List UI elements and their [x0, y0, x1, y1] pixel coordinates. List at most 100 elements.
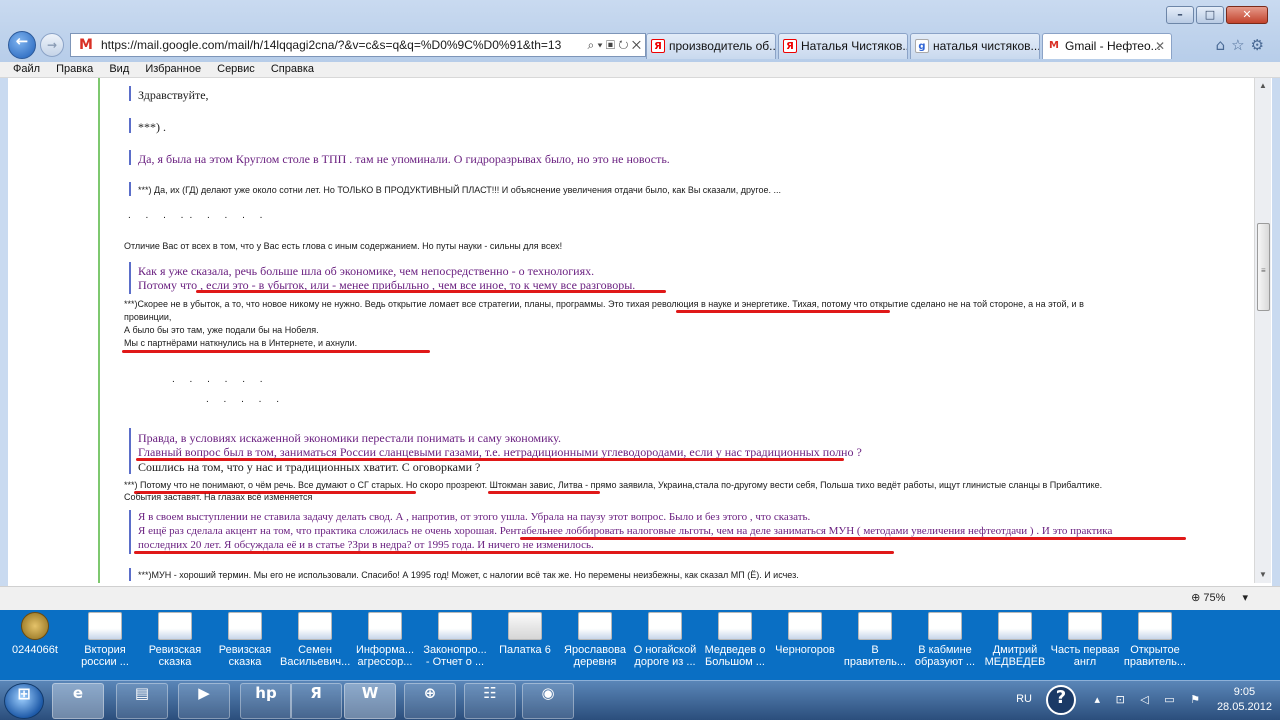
desktop-icon-label: 0244066t — [12, 644, 58, 656]
yandex-icon[interactable]: Я — [290, 683, 342, 719]
minimize-button[interactable]: – — [1166, 6, 1194, 24]
address-bar[interactable]: M https://mail.google.com/mail/h/14lqqag… — [70, 33, 646, 57]
file-icon — [21, 612, 49, 640]
contacts-icon[interactable]: ☷ — [464, 683, 516, 719]
explorer-icon[interactable]: ▤ — [116, 683, 168, 719]
highlight-line — [134, 551, 894, 554]
tab-1[interactable]: Я производитель об... — [646, 33, 776, 59]
document-icon — [718, 612, 752, 640]
menu-file[interactable]: Файл — [13, 63, 40, 75]
reply-marker: ***) . — [138, 120, 166, 134]
document-icon — [1138, 612, 1172, 640]
desktop-icon-label: Ревизская сказка — [148, 644, 202, 668]
scroll-down-icon[interactable]: ▼ — [1255, 567, 1271, 583]
menu-tools[interactable]: Сервис — [217, 63, 255, 75]
desktop-icon[interactable]: Черногоров — [770, 610, 840, 656]
desktop-icon-label: В правитель... — [843, 644, 907, 668]
chevron-down-icon: ▾ — [1242, 592, 1248, 604]
document-icon — [928, 612, 962, 640]
desktop-icon[interactable]: Открытое правитель... — [1120, 610, 1190, 668]
reply-3a: ***)Скорее не в убыток, а то, что новое … — [124, 299, 1084, 309]
tab-label: Наталья Чистяков... — [801, 39, 908, 53]
yandex-icon: Я — [783, 39, 797, 53]
reply-3b: провинции, — [124, 312, 172, 322]
document-icon — [858, 612, 892, 640]
document-icon — [1068, 612, 1102, 640]
home-favorites-settings-icons[interactable]: ⌂☆⚙ — [1216, 36, 1270, 54]
menu-favorites[interactable]: Избранное — [145, 63, 201, 75]
reply-3d: Мы с партнёрами наткнулись на в Интернет… — [124, 338, 358, 348]
window-controls: – □ ✕ — [1164, 6, 1268, 24]
google-icon: g — [915, 39, 929, 53]
zoom-level: 75% — [1203, 592, 1226, 604]
desktop-icon[interactable]: Дмитрий МЕДВЕДЕВ — [980, 610, 1050, 668]
document-icon — [368, 612, 402, 640]
zoom-icon: ⊕ — [1191, 592, 1201, 604]
close-tab-icon[interactable]: ✕ — [1155, 34, 1165, 58]
vertical-scrollbar[interactable]: ▲ ≡ ▼ — [1254, 78, 1271, 583]
ie-icon[interactable]: e — [52, 683, 104, 719]
back-button[interactable]: ← — [8, 31, 36, 59]
close-window-button[interactable]: ✕ — [1226, 6, 1268, 24]
reply-2: Отличие Вас от всех в том, что у Вас ест… — [124, 241, 563, 251]
desktop-icon-label: Медведев о Большом ... — [704, 644, 766, 668]
reply-3c: А было бы это там, уже подали бы на Нобе… — [124, 325, 319, 335]
desktop-icon-label: Палатка 6 — [499, 644, 551, 656]
desktop-icon[interactable]: В кабмине образуют ... — [910, 610, 980, 668]
menu-bar: Файл Правка Вид Избранное Сервис Справка — [0, 62, 1280, 78]
highlight-line — [520, 537, 1186, 540]
gmail-icon: M — [79, 37, 93, 53]
quote-paragraph-4b: Я ещё раз сделала акцент на том, что пра… — [138, 525, 1113, 537]
desktop-icon[interactable]: Ревизская сказка — [210, 610, 280, 668]
desktop-icon[interactable]: Законопро... - Отчет о ... — [420, 610, 490, 668]
system-tray: RU ? ▴ ⊡ ◁ ▭ ⚑ 9:05 28.05.2012 — [972, 681, 1272, 720]
zoom-control[interactable]: ⊕ 75% ▾ — [1191, 591, 1248, 604]
word-icon[interactable]: W — [344, 683, 396, 719]
image-icon — [508, 612, 542, 640]
forward-button[interactable]: → — [40, 33, 64, 57]
language-indicator[interactable]: RU — [1016, 693, 1032, 705]
taskbar: ⊞ e ▤ ▶ hp Я W ⊕ ☷ ◉ RU ? ▴ ⊡ ◁ ▭ ⚑ 9:05… — [0, 680, 1280, 720]
hp-icon[interactable]: hp — [240, 683, 292, 719]
highlight-line — [488, 491, 600, 494]
desktop-icon-label: Информа... агрессор... — [355, 644, 415, 668]
desktop-icon[interactable]: О ногайской дороге из ... — [630, 610, 700, 668]
desktop-icon[interactable]: Семен Васильевич... — [280, 610, 350, 668]
maximize-button[interactable]: □ — [1196, 6, 1224, 24]
desktop-icon[interactable]: Часть первая англ — [1050, 610, 1120, 668]
desktop-icon[interactable]: Вктория россии ... — [70, 610, 140, 668]
desktop-icon[interactable]: Палатка 6 — [490, 610, 560, 656]
desktop-icon[interactable]: Ярославова деревня — [560, 610, 630, 668]
tab-2[interactable]: Я Наталья Чистяков... — [778, 33, 908, 59]
menu-edit[interactable]: Правка — [56, 63, 93, 75]
media-player-icon[interactable]: ▶ — [178, 683, 230, 719]
desktop-icon-label: Законопро... - Отчет о ... — [423, 644, 487, 668]
tab-3[interactable]: g наталья чистяков... — [910, 33, 1040, 59]
app-icon[interactable]: ⊕ — [404, 683, 456, 719]
quote-paragraph-4a: Я в своем выступлении не ставила задачу … — [138, 511, 811, 523]
reply-1: ***) Да, их (ГД) делают уже около сотни … — [138, 185, 781, 195]
start-button[interactable]: ⊞ — [4, 683, 44, 719]
menu-help[interactable]: Справка — [271, 63, 314, 75]
desktop-icon[interactable]: В правитель... — [840, 610, 910, 668]
desktop-icon[interactable]: Ревизская сказка — [140, 610, 210, 668]
clock[interactable]: 9:05 28.05.2012 — [1217, 685, 1272, 715]
scroll-up-icon[interactable]: ▲ — [1255, 78, 1271, 94]
tray-icons[interactable]: ▴ ⊡ ◁ ▭ ⚑ — [1095, 693, 1206, 706]
quote-paragraph-2a: Как я уже сказала, речь больше шла об эк… — [138, 264, 595, 278]
menu-view[interactable]: Вид — [109, 63, 129, 75]
tab-label: наталья чистяков... — [933, 39, 1040, 53]
desktop-icon[interactable]: Медведев о Большом ... — [700, 610, 770, 668]
desktop-icon-label: В кабмине образуют ... — [914, 644, 976, 668]
scroll-thumb[interactable]: ≡ — [1257, 223, 1270, 311]
desktop-icon[interactable]: 0244066t — [0, 610, 70, 656]
desktop-icon[interactable]: Информа... агрессор... — [350, 610, 420, 668]
tab-label: производитель об... — [669, 39, 776, 53]
address-bar-icons[interactable]: ⌕ ▾ ▣ ↻ ✕ — [583, 34, 641, 56]
chrome-icon[interactable]: ◉ — [522, 683, 574, 719]
quote-paragraph-3a: Правда, в условиях искаженной экономики … — [138, 431, 561, 445]
help-icon[interactable]: ? — [1046, 685, 1076, 715]
navigation-row: ← → M https://mail.google.com/mail/h/14l… — [6, 30, 1274, 60]
tab-gmail-active[interactable]: M Gmail - Нефтео... ✕ — [1042, 33, 1172, 59]
highlight-line — [196, 290, 666, 293]
